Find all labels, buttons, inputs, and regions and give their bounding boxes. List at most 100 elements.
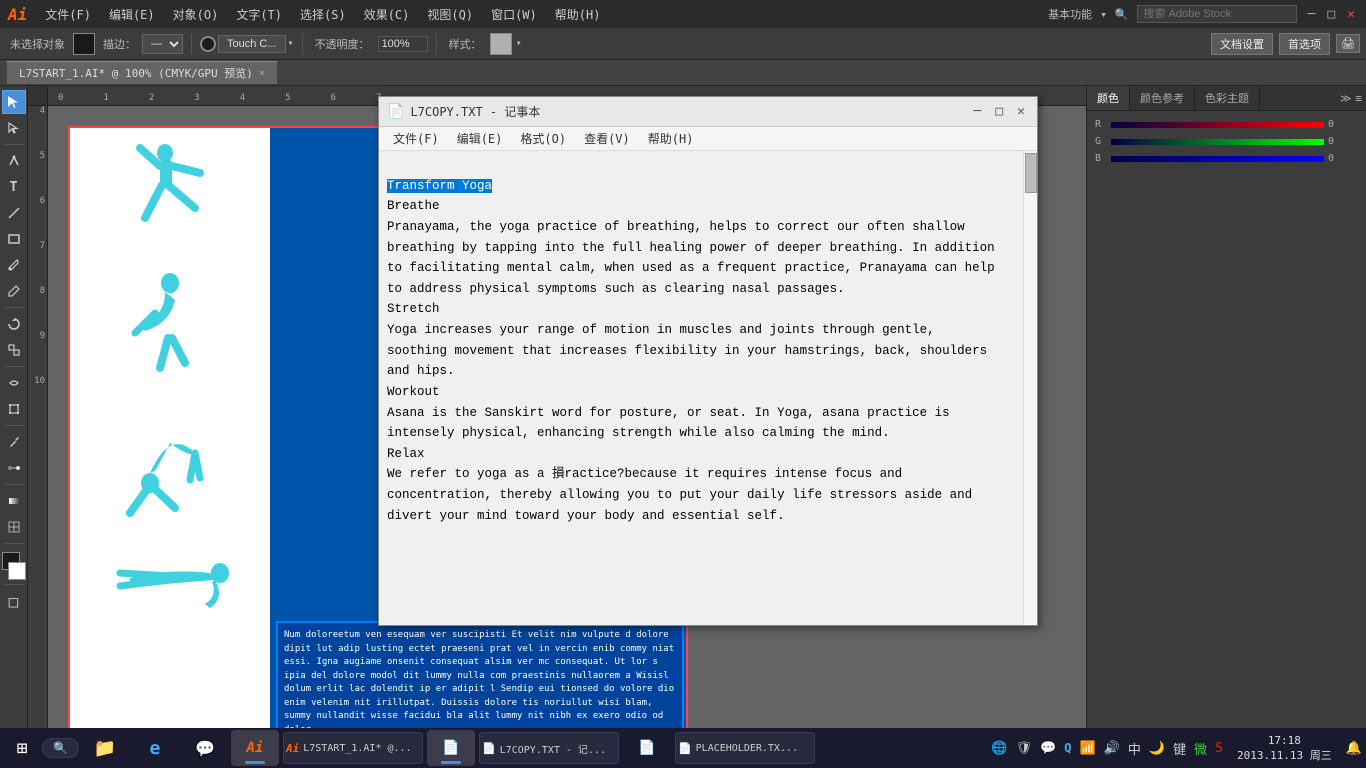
minimize-button[interactable]: ─ (1305, 7, 1319, 22)
moon-icon[interactable]: 🌙 (1149, 741, 1165, 756)
menu-view[interactable]: 视图(Q) (419, 4, 481, 25)
scale-tool[interactable] (2, 338, 26, 362)
taskbar-wechat[interactable]: 💬 (181, 730, 229, 766)
direct-selection-tool[interactable] (2, 116, 26, 140)
taskbar-illustrator[interactable]: Ai (231, 730, 279, 766)
right-panel-tabs: 颜色 颜色参考 色彩主题 ≫ ≡ (1087, 86, 1366, 111)
canvas-area[interactable]: 0 1 2 3 4 5 6 7 4 5 6 7 8 9 10 (28, 86, 1086, 728)
taskbar-clock[interactable]: 17:18 2013.11.13 周三 (1231, 734, 1338, 763)
clock-date: 2013.11.13 周三 (1237, 747, 1332, 763)
panel-menu-icon[interactable]: ≡ (1355, 92, 1362, 105)
touch-indicator: Touch C... ▾ (200, 35, 294, 53)
color-tab[interactable]: 颜色 (1087, 86, 1130, 110)
type-tool[interactable]: T (2, 175, 26, 199)
style-label: 样式： (445, 36, 486, 52)
notepad-menu-edit[interactable]: 编辑(E) (449, 128, 511, 149)
menu-object[interactable]: 对象(O) (165, 4, 227, 25)
yoga-figure-2 (110, 268, 230, 398)
selection-tool[interactable] (2, 90, 26, 114)
style-swatch[interactable] (490, 33, 512, 55)
notepad-menu-format[interactable]: 格式(O) (512, 128, 574, 149)
signal-icon[interactable]: 📶 (1080, 741, 1096, 756)
notepad-close-button[interactable]: ✕ (1013, 104, 1029, 119)
touch-button[interactable]: Touch C... (218, 35, 286, 53)
taskbar-illustrator-window[interactable]: Ai L7START_1.AI* @... (283, 732, 423, 764)
taskbar-notepad2-file-icon: 📄 (678, 742, 692, 755)
menu-window[interactable]: 窗口(W) (483, 4, 545, 25)
taskbar-file-explorer[interactable]: 📁 (81, 730, 129, 766)
color-b-row: B 0 (1095, 153, 1358, 164)
scrollbar-thumb[interactable] (1025, 153, 1037, 193)
taskbar-search-box[interactable]: 🔍 (42, 738, 79, 758)
weixin-icon[interactable]: 微 (1194, 739, 1207, 758)
volume-icon[interactable]: 🔊 (1104, 741, 1120, 756)
rect-tool[interactable] (2, 227, 26, 251)
warp-tool[interactable] (2, 371, 26, 395)
fill-swatch[interactable] (73, 33, 95, 55)
taskbar-notepad-window-1[interactable]: 📄 L7COPY.TXT - 记... (479, 732, 619, 764)
pencil-tool[interactable] (2, 279, 26, 303)
notepad-maximize-button[interactable]: □ (991, 104, 1007, 119)
main-area: T (0, 86, 1366, 728)
stroke-dropdown[interactable]: — (142, 34, 183, 54)
preferences-button[interactable]: 首选项 (1279, 33, 1330, 55)
taskbar-notepad-1[interactable]: 📄 (427, 730, 475, 766)
stock-search-input[interactable] (1137, 5, 1297, 23)
notepad-menu-help[interactable]: 帮助(H) (640, 128, 702, 149)
color-guide-tab[interactable]: 颜色参考 (1130, 86, 1195, 110)
touch-dropdown-icon[interactable]: ▾ (288, 38, 294, 49)
menu-select[interactable]: 选择(S) (292, 4, 354, 25)
pen-tool[interactable] (2, 149, 26, 173)
menu-help[interactable]: 帮助(H) (547, 4, 609, 25)
style-dropdown-icon[interactable]: ▾ (516, 38, 522, 49)
ime-chinese[interactable]: 中 (1128, 739, 1141, 758)
notepad-menu-file[interactable]: 文件(F) (385, 128, 447, 149)
menu-text[interactable]: 文字(T) (228, 4, 290, 25)
taskbar-notepad-2[interactable]: 📄 (623, 730, 671, 766)
keyboard-icon[interactable]: 键 (1173, 739, 1186, 758)
maximize-button[interactable]: □ (1324, 7, 1338, 22)
print-button[interactable]: 🖨 (1336, 34, 1360, 53)
document-tab-close[interactable]: × (259, 68, 265, 79)
screen-mode-btn[interactable]: □ (2, 589, 26, 613)
secondary-toolbar: 未选择对象 描边： — Touch C... ▾ 不透明度： 样式： ▾ 文档设… (0, 28, 1366, 60)
notepad-text[interactable]: Transform Yoga Breathe Pranayama, the yo… (379, 151, 1023, 625)
antivirus-icon[interactable]: 🛡 (1016, 741, 1033, 756)
start-button[interactable]: ⊞ (4, 730, 40, 766)
yoga-figure-3 (110, 408, 230, 528)
sogou-icon[interactable]: S (1215, 741, 1223, 756)
menu-edit[interactable]: 编辑(E) (101, 4, 163, 25)
line-tool[interactable] (2, 201, 26, 225)
taskbar-edge[interactable]: e (131, 730, 179, 766)
notepad-menu-view[interactable]: 查看(V) (576, 128, 638, 149)
taskbar-notepad-window-2[interactable]: 📄 PLACEHOLDER.TX... (675, 732, 815, 764)
gradient-tool[interactable] (2, 489, 26, 513)
mesh-tool[interactable] (2, 515, 26, 539)
opacity-input[interactable] (378, 36, 428, 52)
touch-circle (200, 36, 216, 52)
paintbrush-tool[interactable] (2, 253, 26, 277)
notepad-minimize-button[interactable]: ─ (970, 104, 986, 119)
notification-icon[interactable]: 🔔 (1346, 741, 1362, 756)
chat-tray-icon[interactable]: 💬 (1040, 741, 1056, 756)
notepad-menubar: 文件(F) 编辑(E) 格式(O) 查看(V) 帮助(H) (379, 127, 1037, 151)
menu-file[interactable]: 文件(F) (37, 4, 99, 25)
document-tab[interactable]: L7START_1.AI* @ 100% (CMYK/GPU 预览) × (6, 61, 278, 84)
expand-icon[interactable]: ≫ (1340, 92, 1352, 105)
dropdown-icon[interactable]: ▾ (1100, 8, 1107, 21)
doc-settings-button[interactable]: 文档设置 (1211, 33, 1273, 55)
eyedropper-tool[interactable] (2, 430, 26, 454)
illustrator-icon: Ai (247, 740, 264, 756)
close-button[interactable]: ✕ (1344, 7, 1358, 22)
notepad1-icon: 📄 (442, 740, 459, 756)
notepad-scrollbar[interactable] (1023, 151, 1037, 625)
free-transform-tool[interactable] (2, 397, 26, 421)
menu-effect[interactable]: 效果(C) (356, 4, 418, 25)
color-themes-tab[interactable]: 色彩主题 (1195, 86, 1260, 110)
background-color[interactable] (8, 562, 26, 580)
tencent-icon[interactable]: Q (1064, 741, 1071, 755)
blend-tool[interactable] (2, 456, 26, 480)
network-icon[interactable]: 🌐 (991, 741, 1007, 756)
clock-time: 17:18 (1268, 734, 1301, 747)
rotate-tool[interactable] (2, 312, 26, 336)
